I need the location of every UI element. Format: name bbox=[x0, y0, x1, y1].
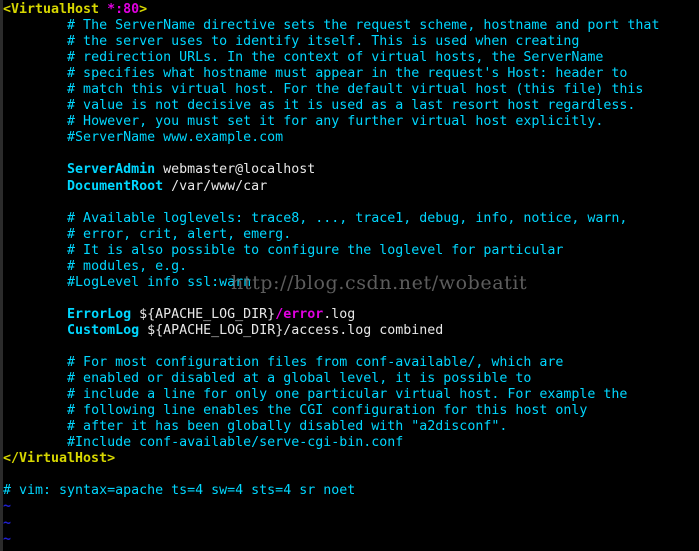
code-token-comment: # For most configuration files from conf… bbox=[67, 355, 564, 371]
code-line: ServerAdmin webmaster@localhost bbox=[3, 162, 699, 178]
code-line: # include a line for only one particular… bbox=[3, 387, 699, 403]
code-line: </VirtualHost> bbox=[3, 451, 699, 467]
code-line: #Include conf-available/serve-cgi-bin.co… bbox=[3, 435, 699, 451]
code-line: DocumentRoot /var/www/car bbox=[3, 179, 699, 195]
code-line: CustomLog ${APACHE_LOG_DIR}/access.log c… bbox=[3, 323, 699, 339]
code-token-comment: # redirection URLs. In the context of vi… bbox=[67, 50, 604, 66]
code-token-comment: # modules, e.g. bbox=[67, 258, 188, 274]
code-line: # after it has been globally disabled wi… bbox=[3, 419, 699, 435]
code-line: ErrorLog ${APACHE_LOG_DIR}/error.log bbox=[3, 307, 699, 323]
code-token-value: .log bbox=[323, 306, 356, 322]
code-token-comment: # error, crit, alert, emerg. bbox=[67, 226, 292, 242]
code-token-comment: # following line enables the CGI configu… bbox=[67, 403, 588, 419]
code-line: # match this virtual host. For the defau… bbox=[3, 82, 699, 98]
code-line: ~ bbox=[3, 548, 699, 551]
code-line: # error, crit, alert, emerg. bbox=[3, 227, 699, 243]
code-token-value: ${APACHE_LOG_DIR}/access.log combined bbox=[139, 322, 444, 338]
code-token-comment: #ServerName www.example.com bbox=[67, 130, 284, 146]
code-token-comment: # specifies what hostname must appear in… bbox=[67, 66, 628, 82]
code-token-value: ${APACHE_LOG_DIR} bbox=[131, 306, 276, 322]
code-token-value: webmaster@localhost bbox=[155, 162, 316, 178]
code-token-comment: # Available loglevels: trace8, ..., trac… bbox=[67, 210, 628, 226]
code-line: # the server uses to identify itself. Th… bbox=[3, 34, 699, 50]
code-line: # The ServerName directive sets the requ… bbox=[3, 18, 699, 34]
code-token-directive: CustomLog bbox=[67, 322, 140, 338]
code-token-comment: # vim: syntax=apache ts=4 sw=4 sts=4 sr … bbox=[3, 483, 356, 499]
code-token-comment: # enabled or disabled at a global level,… bbox=[67, 371, 532, 387]
code-token-tag: </VirtualHost> bbox=[3, 451, 116, 467]
code-line: # For most configuration files from conf… bbox=[3, 355, 699, 371]
code-token-comment: # match this virtual host. For the defau… bbox=[67, 82, 644, 98]
code-token-comment: # The ServerName directive sets the requ… bbox=[67, 18, 660, 34]
code-token-tilde: ~ bbox=[3, 499, 12, 515]
code-token-comment: # after it has been globally disabled wi… bbox=[67, 419, 508, 435]
code-line: # value is not decisive as it is used as… bbox=[3, 98, 699, 114]
code-line: ~ bbox=[3, 516, 699, 532]
code-token-tilde: ~ bbox=[3, 531, 12, 547]
code-editor-buffer[interactable]: <VirtualHost *:80> # The ServerName dire… bbox=[3, 0, 699, 551]
code-token-comment: #Include conf-available/serve-cgi-bin.co… bbox=[67, 435, 404, 451]
code-token-comment: # It is also possible to configure the l… bbox=[67, 242, 564, 258]
code-line: # enabled or disabled at a global level,… bbox=[3, 371, 699, 387]
code-line: ~ bbox=[3, 499, 699, 515]
code-token-comment: # However, you must set it for any furth… bbox=[67, 114, 604, 130]
code-token-magenta: :80 bbox=[115, 2, 140, 17]
code-token-comment: # include a line for only one particular… bbox=[67, 387, 628, 403]
code-line: # modules, e.g. bbox=[3, 259, 699, 275]
code-line: #LogLevel info ssl:warn bbox=[3, 275, 699, 291]
code-token-value: /var/www/car bbox=[163, 178, 268, 194]
code-line: #ServerName www.example.com bbox=[3, 130, 699, 146]
code-line: # However, you must set it for any furth… bbox=[3, 114, 699, 130]
code-token-tag: > bbox=[139, 2, 148, 17]
code-token-comment: #LogLevel info ssl:warn bbox=[67, 274, 252, 290]
code-line: <VirtualHost *:80> bbox=[3, 2, 699, 18]
code-token-tilde: ~ bbox=[3, 548, 11, 551]
code-line: # redirection URLs. In the context of vi… bbox=[3, 50, 699, 66]
code-token-comment: # value is not decisive as it is used as… bbox=[67, 98, 636, 114]
code-token-directive: ServerAdmin bbox=[67, 162, 156, 178]
code-token-comment: # the server uses to identify itself. Th… bbox=[67, 34, 580, 50]
code-token-directive: DocumentRoot bbox=[67, 178, 164, 194]
code-token-magenta: * bbox=[107, 2, 116, 17]
terminal-window[interactable]: <VirtualHost *:80> # The ServerName dire… bbox=[0, 0, 699, 551]
code-token-tag: <VirtualHost bbox=[3, 2, 108, 17]
code-token-magenta: /error bbox=[275, 306, 324, 322]
code-token-tilde: ~ bbox=[3, 515, 12, 531]
code-token-directive: ErrorLog bbox=[67, 306, 132, 322]
code-line: # specifies what hostname must appear in… bbox=[3, 66, 699, 82]
code-line: # Available loglevels: trace8, ..., trac… bbox=[3, 211, 699, 227]
code-line: # vim: syntax=apache ts=4 sw=4 sts=4 sr … bbox=[3, 483, 699, 499]
code-line: # following line enables the CGI configu… bbox=[3, 403, 699, 419]
code-line: # It is also possible to configure the l… bbox=[3, 243, 699, 259]
code-line: ~ bbox=[3, 532, 699, 548]
